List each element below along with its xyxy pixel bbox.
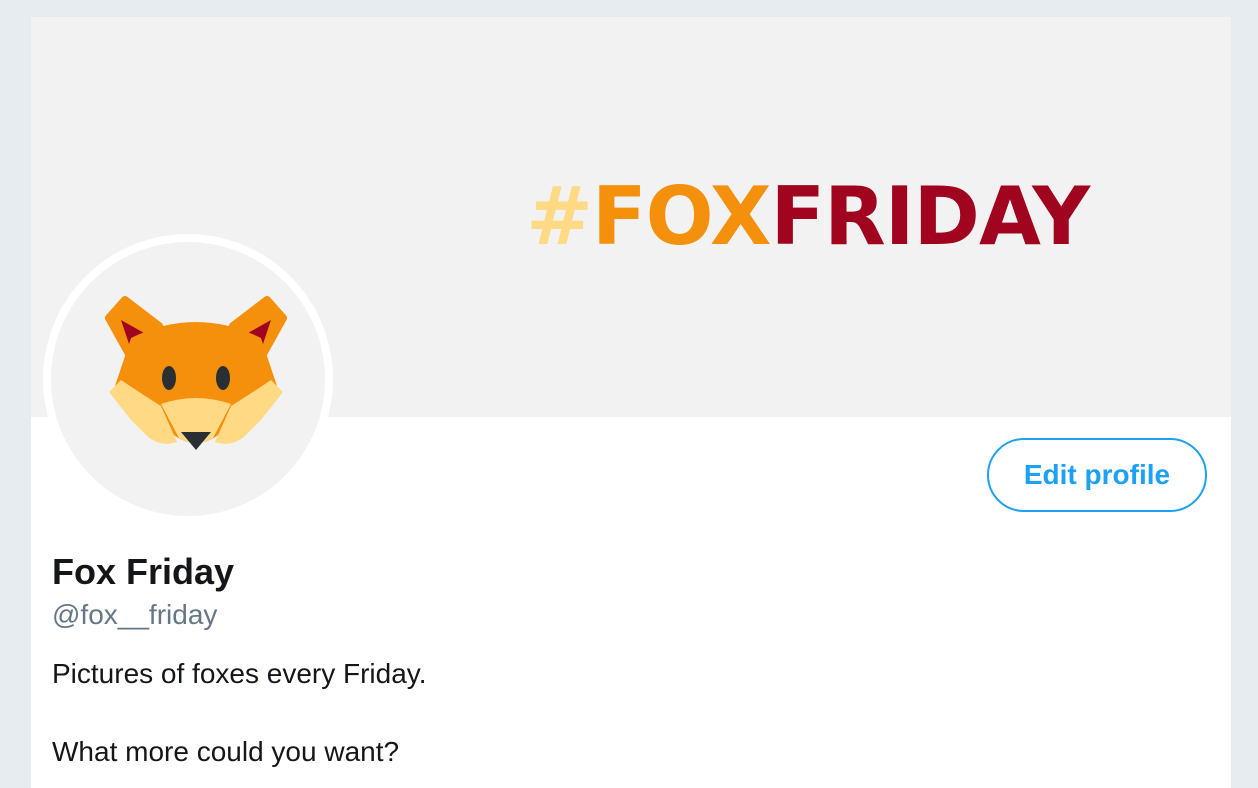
banner-hash-symbol: #	[526, 170, 593, 263]
edit-profile-button[interactable]: Edit profile	[987, 438, 1207, 512]
profile-name: Fox Friday	[52, 551, 235, 592]
profile-card: #FOXFRIDAY Edit profile Fox Friday @fox_…	[31, 17, 1231, 788]
profile-bio-line: Pictures of foxes every Friday.	[52, 658, 427, 689]
banner-hashtag: #FOXFRIDAY	[526, 177, 1090, 257]
profile-handle: @fox__friday	[52, 599, 218, 630]
banner-fox-word: FOX	[592, 170, 771, 263]
avatar-image	[51, 242, 325, 516]
profile-bio-line: What more could you want?	[52, 736, 400, 767]
fox-face-icon	[105, 296, 287, 450]
banner-friday-word: FRIDAY	[770, 170, 1091, 263]
avatar[interactable]	[43, 234, 333, 524]
